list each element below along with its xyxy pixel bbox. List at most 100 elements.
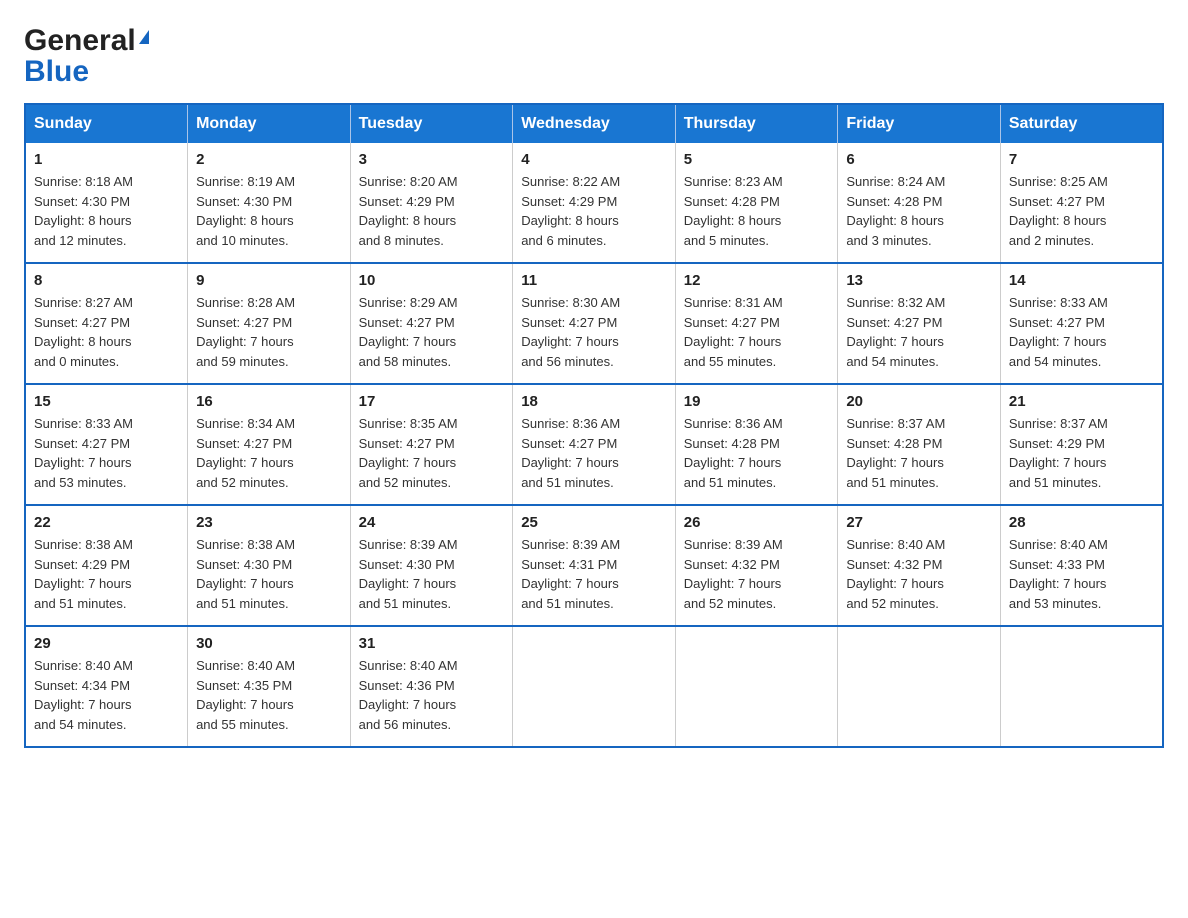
day-number: 31 <box>359 635 505 652</box>
day-number: 26 <box>684 514 830 531</box>
calendar-cell: 20 Sunrise: 8:37 AMSunset: 4:28 PMDaylig… <box>838 384 1001 505</box>
calendar-cell <box>513 626 676 747</box>
day-number: 7 <box>1009 151 1154 168</box>
calendar-cell: 22 Sunrise: 8:38 AMSunset: 4:29 PMDaylig… <box>25 505 188 626</box>
day-info: Sunrise: 8:40 AMSunset: 4:36 PMDaylight:… <box>359 658 458 732</box>
weekday-header-monday: Monday <box>188 104 351 143</box>
calendar-cell <box>838 626 1001 747</box>
day-info: Sunrise: 8:37 AMSunset: 4:29 PMDaylight:… <box>1009 416 1108 490</box>
day-number: 27 <box>846 514 992 531</box>
day-number: 9 <box>196 272 342 289</box>
day-info: Sunrise: 8:39 AMSunset: 4:30 PMDaylight:… <box>359 537 458 611</box>
page-header: General Blue <box>24 24 1164 87</box>
day-info: Sunrise: 8:40 AMSunset: 4:33 PMDaylight:… <box>1009 537 1108 611</box>
weekday-header-tuesday: Tuesday <box>350 104 513 143</box>
day-info: Sunrise: 8:30 AMSunset: 4:27 PMDaylight:… <box>521 295 620 369</box>
day-number: 1 <box>34 151 179 168</box>
day-number: 28 <box>1009 514 1154 531</box>
weekday-header-saturday: Saturday <box>1000 104 1163 143</box>
calendar-cell: 8 Sunrise: 8:27 AMSunset: 4:27 PMDayligh… <box>25 263 188 384</box>
calendar-cell: 30 Sunrise: 8:40 AMSunset: 4:35 PMDaylig… <box>188 626 351 747</box>
calendar-cell <box>675 626 838 747</box>
day-info: Sunrise: 8:40 AMSunset: 4:35 PMDaylight:… <box>196 658 295 732</box>
day-number: 22 <box>34 514 179 531</box>
day-info: Sunrise: 8:32 AMSunset: 4:27 PMDaylight:… <box>846 295 945 369</box>
calendar-cell: 7 Sunrise: 8:25 AMSunset: 4:27 PMDayligh… <box>1000 143 1163 263</box>
calendar-cell: 9 Sunrise: 8:28 AMSunset: 4:27 PMDayligh… <box>188 263 351 384</box>
day-info: Sunrise: 8:19 AMSunset: 4:30 PMDaylight:… <box>196 174 295 248</box>
day-number: 17 <box>359 393 505 410</box>
calendar-cell: 6 Sunrise: 8:24 AMSunset: 4:28 PMDayligh… <box>838 143 1001 263</box>
calendar-cell: 10 Sunrise: 8:29 AMSunset: 4:27 PMDaylig… <box>350 263 513 384</box>
calendar-cell: 5 Sunrise: 8:23 AMSunset: 4:28 PMDayligh… <box>675 143 838 263</box>
day-number: 19 <box>684 393 830 410</box>
calendar-week-1: 1 Sunrise: 8:18 AMSunset: 4:30 PMDayligh… <box>25 143 1163 263</box>
day-info: Sunrise: 8:20 AMSunset: 4:29 PMDaylight:… <box>359 174 458 248</box>
weekday-header-sunday: Sunday <box>25 104 188 143</box>
day-info: Sunrise: 8:38 AMSunset: 4:30 PMDaylight:… <box>196 537 295 611</box>
calendar-cell: 15 Sunrise: 8:33 AMSunset: 4:27 PMDaylig… <box>25 384 188 505</box>
weekday-header-friday: Friday <box>838 104 1001 143</box>
day-info: Sunrise: 8:34 AMSunset: 4:27 PMDaylight:… <box>196 416 295 490</box>
day-info: Sunrise: 8:38 AMSunset: 4:29 PMDaylight:… <box>34 537 133 611</box>
day-info: Sunrise: 8:25 AMSunset: 4:27 PMDaylight:… <box>1009 174 1108 248</box>
day-info: Sunrise: 8:18 AMSunset: 4:30 PMDaylight:… <box>34 174 133 248</box>
day-number: 10 <box>359 272 505 289</box>
day-info: Sunrise: 8:40 AMSunset: 4:32 PMDaylight:… <box>846 537 945 611</box>
calendar-cell: 1 Sunrise: 8:18 AMSunset: 4:30 PMDayligh… <box>25 143 188 263</box>
calendar-cell: 14 Sunrise: 8:33 AMSunset: 4:27 PMDaylig… <box>1000 263 1163 384</box>
calendar-cell: 29 Sunrise: 8:40 AMSunset: 4:34 PMDaylig… <box>25 626 188 747</box>
day-info: Sunrise: 8:27 AMSunset: 4:27 PMDaylight:… <box>34 295 133 369</box>
calendar-cell: 19 Sunrise: 8:36 AMSunset: 4:28 PMDaylig… <box>675 384 838 505</box>
day-number: 6 <box>846 151 992 168</box>
day-number: 12 <box>684 272 830 289</box>
calendar-cell: 11 Sunrise: 8:30 AMSunset: 4:27 PMDaylig… <box>513 263 676 384</box>
calendar-cell: 18 Sunrise: 8:36 AMSunset: 4:27 PMDaylig… <box>513 384 676 505</box>
calendar-week-4: 22 Sunrise: 8:38 AMSunset: 4:29 PMDaylig… <box>25 505 1163 626</box>
day-info: Sunrise: 8:31 AMSunset: 4:27 PMDaylight:… <box>684 295 783 369</box>
day-number: 29 <box>34 635 179 652</box>
day-info: Sunrise: 8:37 AMSunset: 4:28 PMDaylight:… <box>846 416 945 490</box>
day-number: 4 <box>521 151 667 168</box>
day-info: Sunrise: 8:29 AMSunset: 4:27 PMDaylight:… <box>359 295 458 369</box>
day-info: Sunrise: 8:24 AMSunset: 4:28 PMDaylight:… <box>846 174 945 248</box>
weekday-header-thursday: Thursday <box>675 104 838 143</box>
day-number: 16 <box>196 393 342 410</box>
day-info: Sunrise: 8:36 AMSunset: 4:28 PMDaylight:… <box>684 416 783 490</box>
calendar-cell: 16 Sunrise: 8:34 AMSunset: 4:27 PMDaylig… <box>188 384 351 505</box>
day-info: Sunrise: 8:33 AMSunset: 4:27 PMDaylight:… <box>34 416 133 490</box>
calendar-week-5: 29 Sunrise: 8:40 AMSunset: 4:34 PMDaylig… <box>25 626 1163 747</box>
day-number: 2 <box>196 151 342 168</box>
day-number: 23 <box>196 514 342 531</box>
day-info: Sunrise: 8:39 AMSunset: 4:31 PMDaylight:… <box>521 537 620 611</box>
day-number: 20 <box>846 393 992 410</box>
calendar-week-2: 8 Sunrise: 8:27 AMSunset: 4:27 PMDayligh… <box>25 263 1163 384</box>
day-info: Sunrise: 8:23 AMSunset: 4:28 PMDaylight:… <box>684 174 783 248</box>
logo-general: General <box>24 24 136 57</box>
calendar-cell: 23 Sunrise: 8:38 AMSunset: 4:30 PMDaylig… <box>188 505 351 626</box>
logo-blue: Blue <box>24 57 89 87</box>
day-info: Sunrise: 8:39 AMSunset: 4:32 PMDaylight:… <box>684 537 783 611</box>
day-number: 18 <box>521 393 667 410</box>
calendar-cell: 12 Sunrise: 8:31 AMSunset: 4:27 PMDaylig… <box>675 263 838 384</box>
day-number: 15 <box>34 393 179 410</box>
day-info: Sunrise: 8:28 AMSunset: 4:27 PMDaylight:… <box>196 295 295 369</box>
day-number: 14 <box>1009 272 1154 289</box>
calendar-cell: 25 Sunrise: 8:39 AMSunset: 4:31 PMDaylig… <box>513 505 676 626</box>
calendar-cell: 28 Sunrise: 8:40 AMSunset: 4:33 PMDaylig… <box>1000 505 1163 626</box>
calendar-cell: 13 Sunrise: 8:32 AMSunset: 4:27 PMDaylig… <box>838 263 1001 384</box>
calendar-week-3: 15 Sunrise: 8:33 AMSunset: 4:27 PMDaylig… <box>25 384 1163 505</box>
day-number: 5 <box>684 151 830 168</box>
day-info: Sunrise: 8:35 AMSunset: 4:27 PMDaylight:… <box>359 416 458 490</box>
calendar-cell: 21 Sunrise: 8:37 AMSunset: 4:29 PMDaylig… <box>1000 384 1163 505</box>
weekday-header-row: SundayMondayTuesdayWednesdayThursdayFrid… <box>25 104 1163 143</box>
calendar-cell: 17 Sunrise: 8:35 AMSunset: 4:27 PMDaylig… <box>350 384 513 505</box>
calendar-cell <box>1000 626 1163 747</box>
day-number: 3 <box>359 151 505 168</box>
day-number: 13 <box>846 272 992 289</box>
weekday-header-wednesday: Wednesday <box>513 104 676 143</box>
calendar-cell: 2 Sunrise: 8:19 AMSunset: 4:30 PMDayligh… <box>188 143 351 263</box>
day-number: 30 <box>196 635 342 652</box>
day-info: Sunrise: 8:40 AMSunset: 4:34 PMDaylight:… <box>34 658 133 732</box>
calendar-cell: 31 Sunrise: 8:40 AMSunset: 4:36 PMDaylig… <box>350 626 513 747</box>
